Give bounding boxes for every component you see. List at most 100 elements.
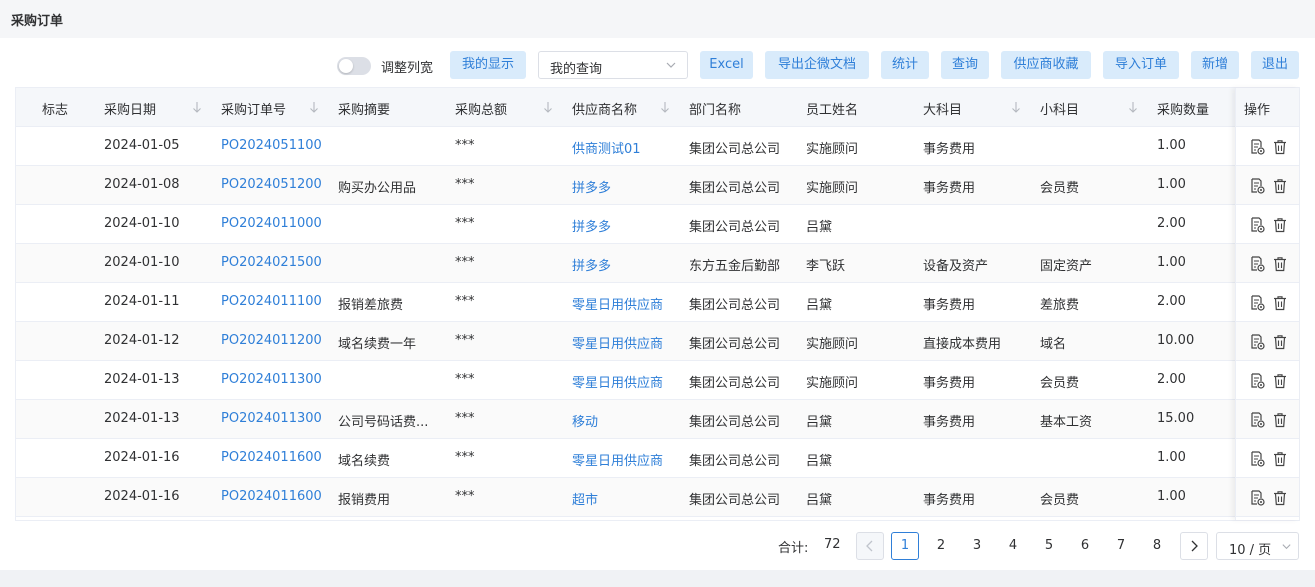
column-header-summary: 采购摘要 bbox=[338, 103, 391, 118]
my-display-button[interactable]: 我的显示 bbox=[450, 51, 526, 79]
cell-minor: 差旅费 bbox=[1040, 298, 1080, 313]
cell-supplier[interactable]: 超市 bbox=[572, 489, 598, 508]
cell-supplier[interactable]: 零星日用供应商 bbox=[572, 372, 663, 391]
table-row[interactable]: 2024-01-13 PO2024011300 公司号码话费... *** 移动 集团公司… bbox=[16, 400, 1299, 439]
table-row[interactable]: 2024-01-10 PO2024021500 *** 拼多多 东方五金后勤部 李飞跃 设备… bbox=[16, 244, 1299, 283]
cell-major: 直接成本费用 bbox=[923, 337, 1002, 352]
cell-total: *** bbox=[455, 489, 475, 504]
table-row[interactable]: 2024-01-10 PO2024011000 *** 拼多多 集团公司总公司 吕黛 2.0… bbox=[16, 205, 1299, 244]
cell-employee: 吕黛 bbox=[806, 493, 833, 508]
exit-button[interactable]: 退出 bbox=[1251, 51, 1299, 79]
import-order-button[interactable]: 导入订单 bbox=[1103, 51, 1179, 79]
table-row[interactable]: 2024-01-11 PO2024011100 报销差旅费 *** 零星日用供应商 集团公… bbox=[16, 283, 1299, 322]
query-button[interactable]: 查询 bbox=[941, 51, 989, 79]
sort-arrow-icon[interactable] bbox=[308, 100, 320, 114]
cell-date: 2024-01-10 bbox=[104, 255, 180, 270]
column-header-date[interactable]: 采购日期 bbox=[104, 99, 156, 118]
cell-employee: 实施顾问 bbox=[806, 181, 859, 196]
excel-button[interactable]: Excel bbox=[700, 51, 753, 79]
cell-date: 2024-01-11 bbox=[104, 294, 180, 309]
sort-arrow-icon[interactable] bbox=[1010, 100, 1022, 114]
cell-order-no[interactable]: PO2024051100 bbox=[221, 138, 322, 153]
cell-employee: 吕黛 bbox=[806, 415, 833, 430]
total-label: 合计: bbox=[778, 541, 809, 556]
cell-order-no[interactable]: PO2024021500 bbox=[221, 255, 322, 270]
stats-button[interactable]: 统计 bbox=[881, 51, 929, 79]
sort-arrow-icon[interactable] bbox=[191, 100, 203, 114]
cell-supplier[interactable]: 供商测试01 bbox=[572, 138, 641, 157]
toolbar: 调整列宽 我的显示 我的查询 Excel 导出企微文档 统计 查询 供应商收藏 … bbox=[0, 51, 1315, 81]
page-number[interactable]: 2 bbox=[927, 532, 955, 560]
cell-qty: 1.00 bbox=[1157, 177, 1186, 192]
cell-dept: 东方五金后勤部 bbox=[689, 259, 781, 274]
chevron-left-icon bbox=[866, 540, 873, 552]
cell-dept: 集团公司总公司 bbox=[689, 454, 781, 469]
cell-dept: 集团公司总公司 bbox=[689, 415, 781, 430]
prev-page-button[interactable] bbox=[856, 532, 884, 560]
cell-summary: 公司号码话费... bbox=[338, 415, 429, 430]
page-number[interactable]: 8 bbox=[1143, 532, 1171, 560]
cell-supplier[interactable]: 零星日用供应商 bbox=[572, 294, 663, 313]
cell-order-no[interactable]: PO2024011300 bbox=[221, 411, 322, 426]
cell-dept: 集团公司总公司 bbox=[689, 142, 781, 157]
cell-supplier[interactable]: 拼多多 bbox=[572, 216, 611, 235]
export-wecom-button[interactable]: 导出企微文档 bbox=[765, 51, 869, 79]
sort-arrow-icon[interactable] bbox=[542, 100, 554, 114]
cell-supplier[interactable]: 移动 bbox=[572, 411, 598, 430]
table-row[interactable]: 2024-01-16 PO2024011600 域名续费 *** 零星日用供应商 集团公司… bbox=[16, 439, 1299, 478]
total-count: 72 bbox=[824, 537, 841, 552]
table-row[interactable]: 2024-01-13 PO2024011300 *** 零星日用供应商 集团公司总公司 实… bbox=[16, 361, 1299, 400]
page-number[interactable]: 3 bbox=[963, 532, 991, 560]
column-header-minor[interactable]: 小科目 bbox=[1040, 99, 1079, 118]
cell-qty: 1.00 bbox=[1157, 255, 1186, 270]
cell-order-no[interactable]: PO2024011000 bbox=[221, 216, 322, 231]
cell-summary: 域名续费一年 bbox=[338, 337, 417, 352]
column-header-flag: 标志 bbox=[42, 103, 69, 118]
cell-employee: 实施顾问 bbox=[806, 142, 859, 157]
table-row[interactable]: 2024-01-12 PO2024011200 域名续费一年 *** 零星日用供应商 集团… bbox=[16, 322, 1299, 361]
cell-qty: 15.00 bbox=[1157, 411, 1195, 426]
sort-arrow-icon[interactable] bbox=[659, 100, 671, 114]
page-number[interactable]: 4 bbox=[999, 532, 1027, 560]
cell-total: *** bbox=[455, 177, 475, 192]
table-row[interactable]: 2024-01-16 PO2024011600 报销费用 *** 超市 集团公司总公司 吕黛… bbox=[16, 478, 1299, 517]
table-header: 标志 采购日期 采购订单号 采购摘要 采购总额 供应商名称 部门名称 员工姓名 … bbox=[16, 88, 1299, 127]
cell-order-no[interactable]: PO2024011300 bbox=[221, 372, 322, 387]
page-number[interactable]: 1 bbox=[891, 532, 919, 560]
column-header-supplier[interactable]: 供应商名称 bbox=[572, 99, 637, 118]
next-page-button[interactable] bbox=[1180, 532, 1208, 560]
my-query-select[interactable]: 我的查询 bbox=[538, 51, 688, 79]
cell-employee: 实施顾问 bbox=[806, 337, 859, 352]
cell-total: *** bbox=[455, 372, 475, 387]
page-number[interactable]: 6 bbox=[1071, 532, 1099, 560]
page-title: 采购订单 bbox=[11, 14, 64, 29]
column-header-major[interactable]: 大科目 bbox=[923, 99, 962, 118]
cell-supplier[interactable]: 拼多多 bbox=[572, 255, 611, 274]
page-header: 采购订单 bbox=[0, 0, 1315, 38]
cell-supplier[interactable]: 零星日用供应商 bbox=[572, 450, 663, 469]
page-size-select[interactable]: 10 / 页 bbox=[1216, 532, 1299, 560]
cell-date: 2024-01-12 bbox=[104, 333, 180, 348]
cell-order-no[interactable]: PO2024011100 bbox=[221, 294, 322, 309]
column-header-order-no[interactable]: 采购订单号 bbox=[221, 99, 286, 118]
page-number[interactable]: 7 bbox=[1107, 532, 1135, 560]
table-row[interactable]: 2024-01-08 PO2024051200 购买办公用品 *** 拼多多 集团公司总公… bbox=[16, 166, 1299, 205]
supplier-favorites-button[interactable]: 供应商收藏 bbox=[1001, 51, 1091, 79]
cell-order-no[interactable]: PO2024011200 bbox=[221, 333, 322, 348]
cell-order-no[interactable]: PO2024011600 bbox=[221, 489, 322, 504]
table-row[interactable]: 2024-01-05 PO2024051100 *** 供商测试01 集团公司总公司 实施… bbox=[16, 127, 1299, 166]
cell-qty: 10.00 bbox=[1157, 333, 1195, 348]
column-header-total[interactable]: 采购总额 bbox=[455, 99, 507, 118]
cell-order-no[interactable]: PO2024051200 bbox=[221, 177, 322, 192]
cell-supplier[interactable]: 零星日用供应商 bbox=[572, 333, 663, 352]
cell-major: 事务费用 bbox=[923, 298, 976, 313]
adjust-width-toggle[interactable] bbox=[337, 57, 371, 75]
cell-order-no[interactable]: PO2024011600 bbox=[221, 450, 322, 465]
cell-supplier[interactable]: 拼多多 bbox=[572, 177, 611, 196]
add-button[interactable]: 新增 bbox=[1191, 51, 1239, 79]
cell-total: *** bbox=[455, 216, 475, 231]
sort-arrow-icon[interactable] bbox=[1127, 100, 1139, 114]
column-header-qty: 采购数量 bbox=[1157, 103, 1210, 118]
page-number[interactable]: 5 bbox=[1035, 532, 1063, 560]
cell-summary: 报销费用 bbox=[338, 493, 391, 508]
